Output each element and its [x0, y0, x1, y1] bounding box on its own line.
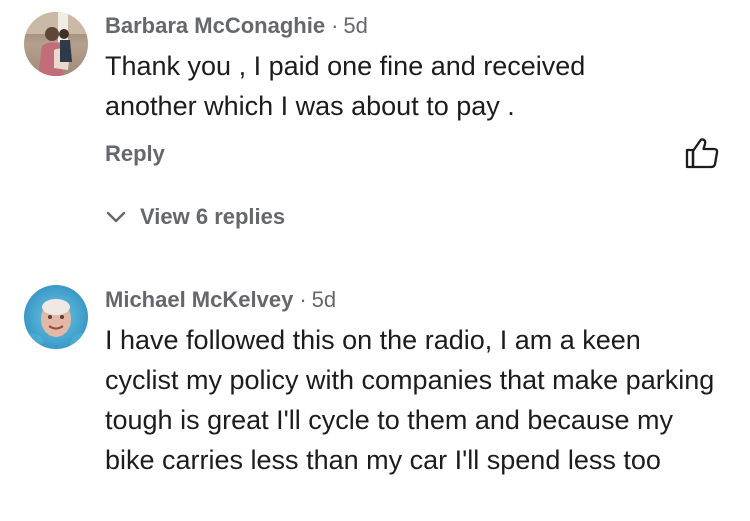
comment-time: 5d: [311, 287, 337, 312]
user-photo-avatar-icon: [24, 285, 88, 349]
meta-separator: ·: [299, 287, 307, 312]
comment-michael: Michael McKelvey · 5d I have followed this…: [0, 0, 750, 521]
comment-meta: Michael McKelvey · 5d: [105, 286, 730, 314]
avatar[interactable]: [24, 285, 88, 349]
comment-author[interactable]: Michael McKelvey: [105, 287, 293, 312]
comment-text: I have followed this on the radio, I am …: [105, 325, 715, 475]
